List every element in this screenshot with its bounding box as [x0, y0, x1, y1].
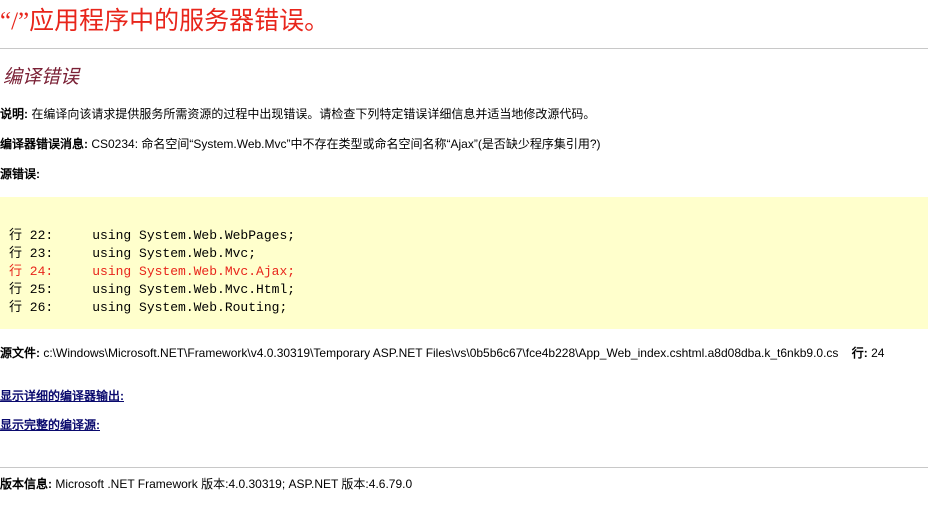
source-file-label: 源文件:: [0, 346, 40, 360]
source-line-error: 行 24: using System.Web.Mvc.Ajax;: [9, 264, 296, 279]
top-divider: [0, 48, 928, 49]
source-line-number: 24: [867, 346, 885, 360]
compiler-message-line: 编译器错误消息: CS0234: 命名空间“System.Web.Mvc”中不存…: [0, 136, 601, 152]
description-label: 说明:: [0, 107, 28, 121]
source-line: 行 22: using System.Web.WebPages;: [9, 228, 296, 243]
version-info-text: Microsoft .NET Framework 版本:4.0.30319; A…: [52, 477, 413, 491]
show-compiler-output-link[interactable]: 显示详细的编译器输出:: [0, 388, 124, 404]
source-file-path: c:\Windows\Microsoft.NET\Framework\v4.0.…: [40, 346, 839, 360]
source-error-line: 源错误:: [0, 166, 40, 182]
source-line: 行 23: using System.Web.Mvc;: [9, 246, 257, 261]
page-title: “/”应用程序中的服务器错误。: [0, 8, 330, 35]
description-line: 说明: 在编译向该请求提供服务所需资源的过程中出现错误。请检查下列特定错误详细信…: [0, 106, 595, 122]
source-line: 行 26: using System.Web.Routing;: [9, 300, 288, 315]
show-complete-source-link[interactable]: 显示完整的编译源:: [0, 417, 100, 433]
source-line-label: 行:: [851, 346, 868, 360]
version-info-label: 版本信息:: [0, 477, 52, 491]
compiler-message-text: CS0234: 命名空间“System.Web.Mvc”中不存在类型或命名空间名…: [88, 137, 601, 151]
source-file-line: 源文件: c:\Windows\Microsoft.NET\Framework\…: [0, 345, 884, 361]
version-info-line: 版本信息: Microsoft .NET Framework 版本:4.0.30…: [0, 476, 412, 492]
source-line: 行 25: using System.Web.Mvc.Html;: [9, 282, 296, 297]
compiler-message-label: 编译器错误消息:: [0, 137, 88, 151]
description-text: 在编译向该请求提供服务所需资源的过程中出现错误。请检查下列特定错误详细信息并适当…: [28, 107, 596, 121]
bottom-divider: [0, 467, 928, 468]
source-code: 行 22: using System.Web.WebPages; 行 23: u…: [9, 227, 295, 317]
source-error-label: 源错误:: [0, 167, 40, 181]
error-heading: 编译错误: [3, 67, 80, 88]
